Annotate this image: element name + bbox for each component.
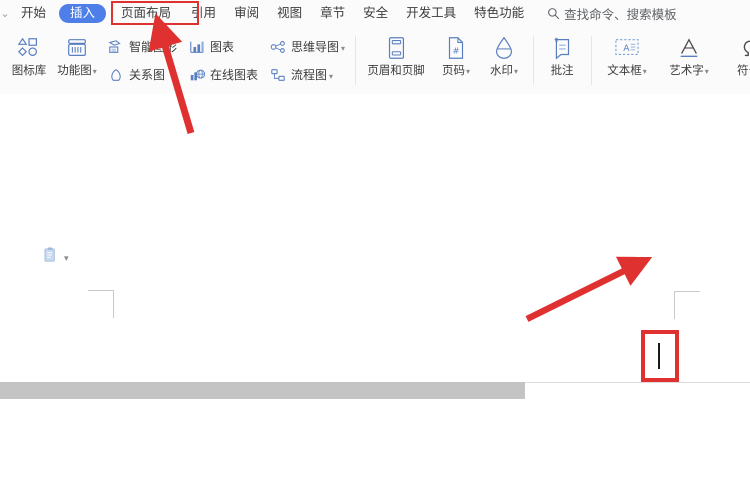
ribbon-stack-maps: 思维导图 ▾ 流程图 ▾ bbox=[263, 27, 350, 94]
tab-review[interactable]: 审阅 bbox=[225, 0, 268, 27]
ribbon-toolbar: 图标库 功能图▾ 智能图形 关系图 图表 在线图表 思维导图 ▾ 流程图 ▾ 页… bbox=[0, 27, 750, 95]
tab-developer[interactable]: 开发工具 bbox=[397, 0, 465, 27]
text-cursor bbox=[658, 343, 660, 369]
ribbon-stack-smartart: 智能图形 关系图 bbox=[101, 27, 182, 94]
menu-overflow-caret-icon[interactable]: ⌄ bbox=[0, 7, 12, 20]
chart-icon bbox=[187, 37, 206, 56]
search-placeholder: 查找命令、搜索模板 bbox=[564, 8, 677, 22]
ribbon-button-mindmap[interactable]: 思维导图 ▾ bbox=[263, 34, 350, 59]
ribbon-button-watermark[interactable]: 水印▾ bbox=[480, 27, 528, 94]
word-art-icon bbox=[676, 33, 702, 63]
ribbon-label-comment: 批注 bbox=[550, 65, 574, 77]
ribbon-label-function-chart: 功能图▾ bbox=[57, 65, 97, 77]
flowchart-icon bbox=[268, 65, 287, 84]
chevron-down-icon[interactable]: ▾ bbox=[64, 253, 69, 263]
chevron-down-icon[interactable]: ▾ bbox=[329, 72, 333, 81]
ribbon-button-flowchart[interactable]: 流程图 ▾ bbox=[263, 62, 350, 87]
tab-insert[interactable]: 插入 bbox=[59, 4, 107, 23]
ribbon-label-watermark: 水印▾ bbox=[490, 65, 519, 77]
mindmap-icon bbox=[268, 37, 287, 56]
icon-library-icon bbox=[16, 33, 42, 63]
ribbon-button-icon-library[interactable]: 图标库 bbox=[5, 27, 53, 94]
ribbon-label-chart: 图表 bbox=[210, 40, 235, 54]
ribbon-label-header-footer: 页眉和页脚 bbox=[367, 65, 425, 77]
ribbon-label-icon-library: 图标库 bbox=[11, 65, 47, 77]
ribbon-group-illustrations: 图标库 功能图▾ 智能图形 关系图 图表 在线图表 思维导图 ▾ 流程图 ▾ bbox=[0, 27, 355, 94]
ribbon-label-text-box: 文本框▾ bbox=[607, 65, 647, 77]
ribbon-label-online-chart: 在线图表 bbox=[210, 68, 259, 82]
chevron-down-icon[interactable]: ▾ bbox=[341, 44, 345, 53]
ribbon-label-symbol: 符号▾ bbox=[737, 65, 750, 77]
page-break-line bbox=[525, 382, 750, 383]
wps-writer-window: ⌄ 开始 插入 页面布局 引用 审阅 视图 章节 安全 开发工具 特色功能 查找… bbox=[0, 0, 750, 500]
ribbon-label-smartart: 智能图形 bbox=[129, 40, 178, 54]
smartart-icon bbox=[106, 37, 125, 56]
page-break-gap bbox=[0, 382, 525, 399]
ribbon-label-word-art: 艺术字▾ bbox=[669, 65, 709, 77]
tab-references[interactable]: 引用 bbox=[182, 0, 225, 27]
ribbon-label-page-number: 页码▾ bbox=[442, 65, 471, 77]
ribbon-button-symbol[interactable]: 符号▾ bbox=[720, 27, 750, 94]
ribbon-label-relationship-diagram: 关系图 bbox=[129, 68, 166, 82]
header-footer-icon bbox=[384, 33, 408, 63]
ribbon-stack-charts: 图表 在线图表 bbox=[182, 27, 263, 94]
function-chart-icon bbox=[64, 33, 90, 63]
text-cursor-highlight-box bbox=[641, 330, 679, 382]
svg-text:#: # bbox=[453, 46, 460, 56]
ribbon-button-function-chart[interactable]: 功能图▾ bbox=[53, 27, 101, 94]
ribbon-label-mindmap: 思维导图 ▾ bbox=[291, 40, 346, 54]
tab-view[interactable]: 视图 bbox=[268, 0, 311, 27]
document-canvas[interactable]: ▾ 软件技巧 bbox=[0, 94, 750, 500]
ribbon-button-comment[interactable]: 批注 bbox=[538, 27, 586, 94]
ribbon-button-smartart[interactable]: 智能图形 bbox=[101, 34, 182, 59]
tab-security[interactable]: 安全 bbox=[354, 0, 397, 27]
watermark-icon bbox=[492, 33, 516, 63]
chevron-down-icon[interactable]: ▾ bbox=[643, 67, 647, 76]
ribbon-button-relationship-diagram[interactable]: 关系图 bbox=[101, 62, 182, 87]
symbol-icon bbox=[738, 33, 750, 63]
ribbon-button-header-footer[interactable]: 页眉和页脚 bbox=[360, 27, 432, 94]
ribbon-button-word-art[interactable]: 艺术字▾ bbox=[658, 27, 720, 94]
chevron-down-icon[interactable]: ▾ bbox=[93, 67, 97, 76]
online-chart-icon bbox=[187, 65, 206, 84]
page-number-icon: # bbox=[445, 33, 467, 63]
tab-features[interactable]: 特色功能 bbox=[465, 0, 533, 27]
comment-icon bbox=[550, 33, 574, 63]
ribbon-button-text-box[interactable]: A 文本框▾ bbox=[596, 27, 658, 94]
search-icon bbox=[547, 7, 560, 20]
svg-text:A: A bbox=[623, 43, 630, 54]
ribbon-button-chart[interactable]: 图表 bbox=[182, 34, 263, 59]
tab-home[interactable]: 开始 bbox=[12, 0, 55, 27]
document-page-1[interactable]: ▾ bbox=[0, 94, 750, 382]
ribbon-button-online-chart[interactable]: 在线图表 bbox=[182, 62, 263, 87]
ribbon-group-header-footer: 页眉和页脚 # 页码▾ 水印▾ bbox=[355, 27, 533, 94]
document-page-2[interactable]: 软件技巧 bbox=[0, 399, 750, 500]
tab-page-layout[interactable]: 页面布局 bbox=[112, 0, 180, 27]
menu-bar: ⌄ 开始 插入 页面布局 引用 审阅 视图 章节 安全 开发工具 特色功能 查找… bbox=[0, 0, 750, 27]
text-box-icon: A bbox=[613, 33, 641, 63]
relationship-diagram-icon bbox=[106, 65, 125, 84]
ribbon-label-flowchart: 流程图 ▾ bbox=[291, 68, 334, 82]
ribbon-button-page-number[interactable]: # 页码▾ bbox=[432, 27, 480, 94]
chevron-down-icon[interactable]: ▾ bbox=[514, 67, 518, 76]
tab-section[interactable]: 章节 bbox=[311, 0, 354, 27]
ribbon-group-comments: 批注 bbox=[533, 27, 591, 94]
chevron-down-icon[interactable]: ▾ bbox=[705, 67, 709, 76]
search-box[interactable]: 查找命令、搜索模板 bbox=[547, 4, 677, 23]
paste-options-button[interactable]: ▾ bbox=[44, 247, 69, 269]
ribbon-group-text: A 文本框▾ 艺术字▾ 符 bbox=[591, 27, 750, 94]
paste-options-icon bbox=[44, 247, 59, 269]
chevron-down-icon[interactable]: ▾ bbox=[466, 67, 470, 76]
